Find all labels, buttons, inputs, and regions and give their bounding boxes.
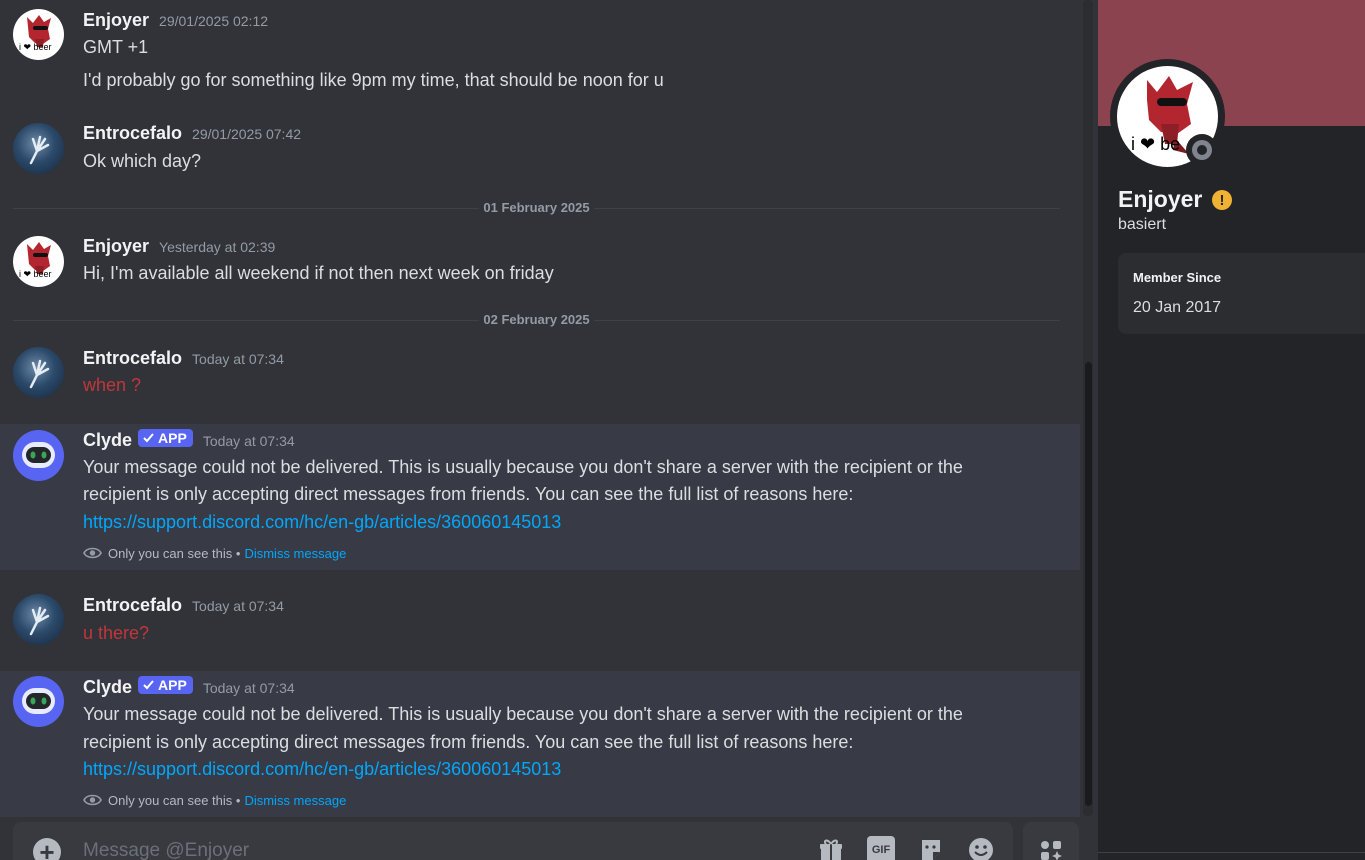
gif-icon[interactable]: GIF bbox=[867, 836, 895, 860]
ephemeral-text: Only you can see this • bbox=[108, 792, 241, 808]
system-message[interactable]: Clyde APP Today at 07:34 Your message co… bbox=[0, 671, 1080, 817]
clyde-bot-icon bbox=[22, 442, 55, 468]
app-badge-label: APP bbox=[158, 429, 187, 446]
verified-check-icon bbox=[143, 433, 154, 443]
emoji-icon[interactable] bbox=[967, 836, 995, 860]
username[interactable]: Clyde bbox=[83, 430, 132, 451]
message-group[interactable]: i ❤ beer Enjoyer Yesterday at 02:39 Hi, … bbox=[0, 228, 1080, 303]
date-divider: 01 February 2025 bbox=[0, 200, 1073, 215]
warning-icon[interactable]: ! bbox=[1212, 190, 1232, 210]
avatar-caption: i ❤ be bbox=[1131, 134, 1181, 154]
message-text: recipient is only accepting direct messa… bbox=[83, 732, 854, 752]
warning-glyph: ! bbox=[1219, 191, 1225, 209]
app-badge: APP bbox=[138, 675, 193, 694]
dismiss-message-link[interactable]: Dismiss message bbox=[244, 546, 346, 561]
username[interactable]: Entrocefalo bbox=[83, 123, 182, 144]
message-text: GMT +1 bbox=[83, 37, 149, 57]
message-text: I'd probably go for something like 9pm m… bbox=[83, 70, 664, 90]
eye-icon bbox=[83, 794, 102, 806]
avatar[interactable] bbox=[13, 594, 64, 645]
profile-username: basiert bbox=[1118, 216, 1167, 233]
offline-status-icon bbox=[1192, 140, 1212, 160]
ephemeral-notice: Only you can see this • Dismiss message bbox=[83, 792, 346, 808]
timestamp: 29/01/2025 07:42 bbox=[192, 126, 302, 142]
message-group[interactable]: i ❤ beer Enjoyer 29/01/2025 02:12 GMT +1… bbox=[0, 0, 1080, 105]
message-group[interactable]: Entrocefalo 29/01/2025 07:42 Ok which da… bbox=[0, 115, 1080, 190]
username[interactable]: Entrocefalo bbox=[83, 348, 182, 369]
date-divider: 02 February 2025 bbox=[0, 312, 1073, 327]
avatar[interactable] bbox=[13, 676, 64, 727]
avatar[interactable]: i ❤ beer bbox=[13, 236, 64, 287]
timestamp: Today at 07:34 bbox=[202, 680, 295, 696]
sticker-icon[interactable] bbox=[917, 836, 945, 860]
eye-icon bbox=[83, 547, 102, 559]
username[interactable]: Clyde bbox=[83, 677, 132, 698]
panel-footer-divider bbox=[1098, 852, 1365, 853]
timestamp: Today at 07:34 bbox=[192, 351, 284, 367]
message-input[interactable]: Message @Enjoyer bbox=[83, 840, 249, 860]
apps-button[interactable] bbox=[1023, 822, 1079, 860]
profile-display-name[interactable]: Enjoyer bbox=[1118, 186, 1202, 213]
avatar[interactable]: i ❤ beer bbox=[13, 9, 64, 60]
avatar-caption: i ❤ beer bbox=[19, 42, 52, 52]
message-group[interactable]: Entrocefalo Today at 07:34 when ? bbox=[0, 340, 1080, 418]
username[interactable]: Enjoyer bbox=[83, 10, 149, 31]
user-profile-panel: i ❤ be Enjoyer ! basiert Member Since 20… bbox=[1098, 0, 1365, 860]
support-link[interactable]: https://support.discord.com/hc/en-gb/art… bbox=[83, 759, 561, 780]
gift-icon[interactable] bbox=[817, 836, 845, 860]
member-since-card: Member Since 20 Jan 2017 bbox=[1118, 253, 1365, 334]
member-since-value: 20 Jan 2017 bbox=[1133, 299, 1222, 316]
message-group[interactable]: Entrocefalo Today at 07:34 u there? bbox=[0, 587, 1080, 665]
timestamp: Yesterday at 02:39 bbox=[159, 239, 276, 255]
system-message[interactable]: Clyde APP Today at 07:34 Your message co… bbox=[0, 424, 1080, 570]
skeleton-hand-avatar-icon bbox=[29, 359, 50, 389]
member-since-label: Member Since bbox=[1133, 270, 1222, 285]
skeleton-hand-avatar-icon bbox=[29, 606, 50, 636]
chat-pane: i ❤ beer Enjoyer 29/01/2025 02:12 GMT +1… bbox=[0, 0, 1080, 860]
message-text: Your message could not be delivered. Thi… bbox=[83, 704, 963, 724]
skeleton-hand-avatar-icon bbox=[29, 135, 50, 165]
username[interactable]: Entrocefalo bbox=[83, 595, 182, 616]
timestamp: 29/01/2025 02:12 bbox=[159, 13, 269, 29]
failed-message-text: when ? bbox=[83, 375, 142, 395]
verified-check-icon bbox=[143, 680, 154, 690]
username[interactable]: Enjoyer bbox=[83, 236, 149, 257]
ephemeral-text: Only you can see this • bbox=[108, 545, 241, 561]
support-link[interactable]: https://support.discord.com/hc/en-gb/art… bbox=[83, 512, 561, 533]
avatar[interactable] bbox=[13, 430, 64, 481]
add-attachment-icon[interactable]: + bbox=[33, 838, 61, 860]
message-text: Your message could not be delivered. Thi… bbox=[83, 457, 963, 477]
message-text: Ok which day? bbox=[83, 151, 202, 171]
clyde-bot-icon bbox=[22, 688, 55, 714]
avatar[interactable] bbox=[13, 347, 64, 398]
scrollbar-thumb[interactable] bbox=[1085, 362, 1092, 806]
app-badge-label: APP bbox=[158, 676, 187, 693]
avatar-caption: i ❤ beer bbox=[19, 269, 52, 279]
message-text: recipient is only accepting direct messa… bbox=[83, 484, 854, 504]
failed-message-text: u there? bbox=[83, 623, 150, 643]
avatar[interactable] bbox=[13, 123, 64, 174]
timestamp: Today at 07:34 bbox=[192, 598, 284, 614]
apps-icon bbox=[1041, 841, 1062, 860]
ephemeral-notice: Only you can see this • Dismiss message bbox=[83, 545, 346, 561]
message-text: Hi, I'm available all weekend if not the… bbox=[83, 263, 554, 283]
gif-label: GIF bbox=[871, 844, 891, 856]
message-composer[interactable]: + Message @Enjoyer GIF bbox=[13, 822, 1013, 860]
app-badge: APP bbox=[138, 428, 193, 447]
timestamp: Today at 07:34 bbox=[202, 433, 295, 449]
dismiss-message-link[interactable]: Dismiss message bbox=[244, 793, 346, 808]
